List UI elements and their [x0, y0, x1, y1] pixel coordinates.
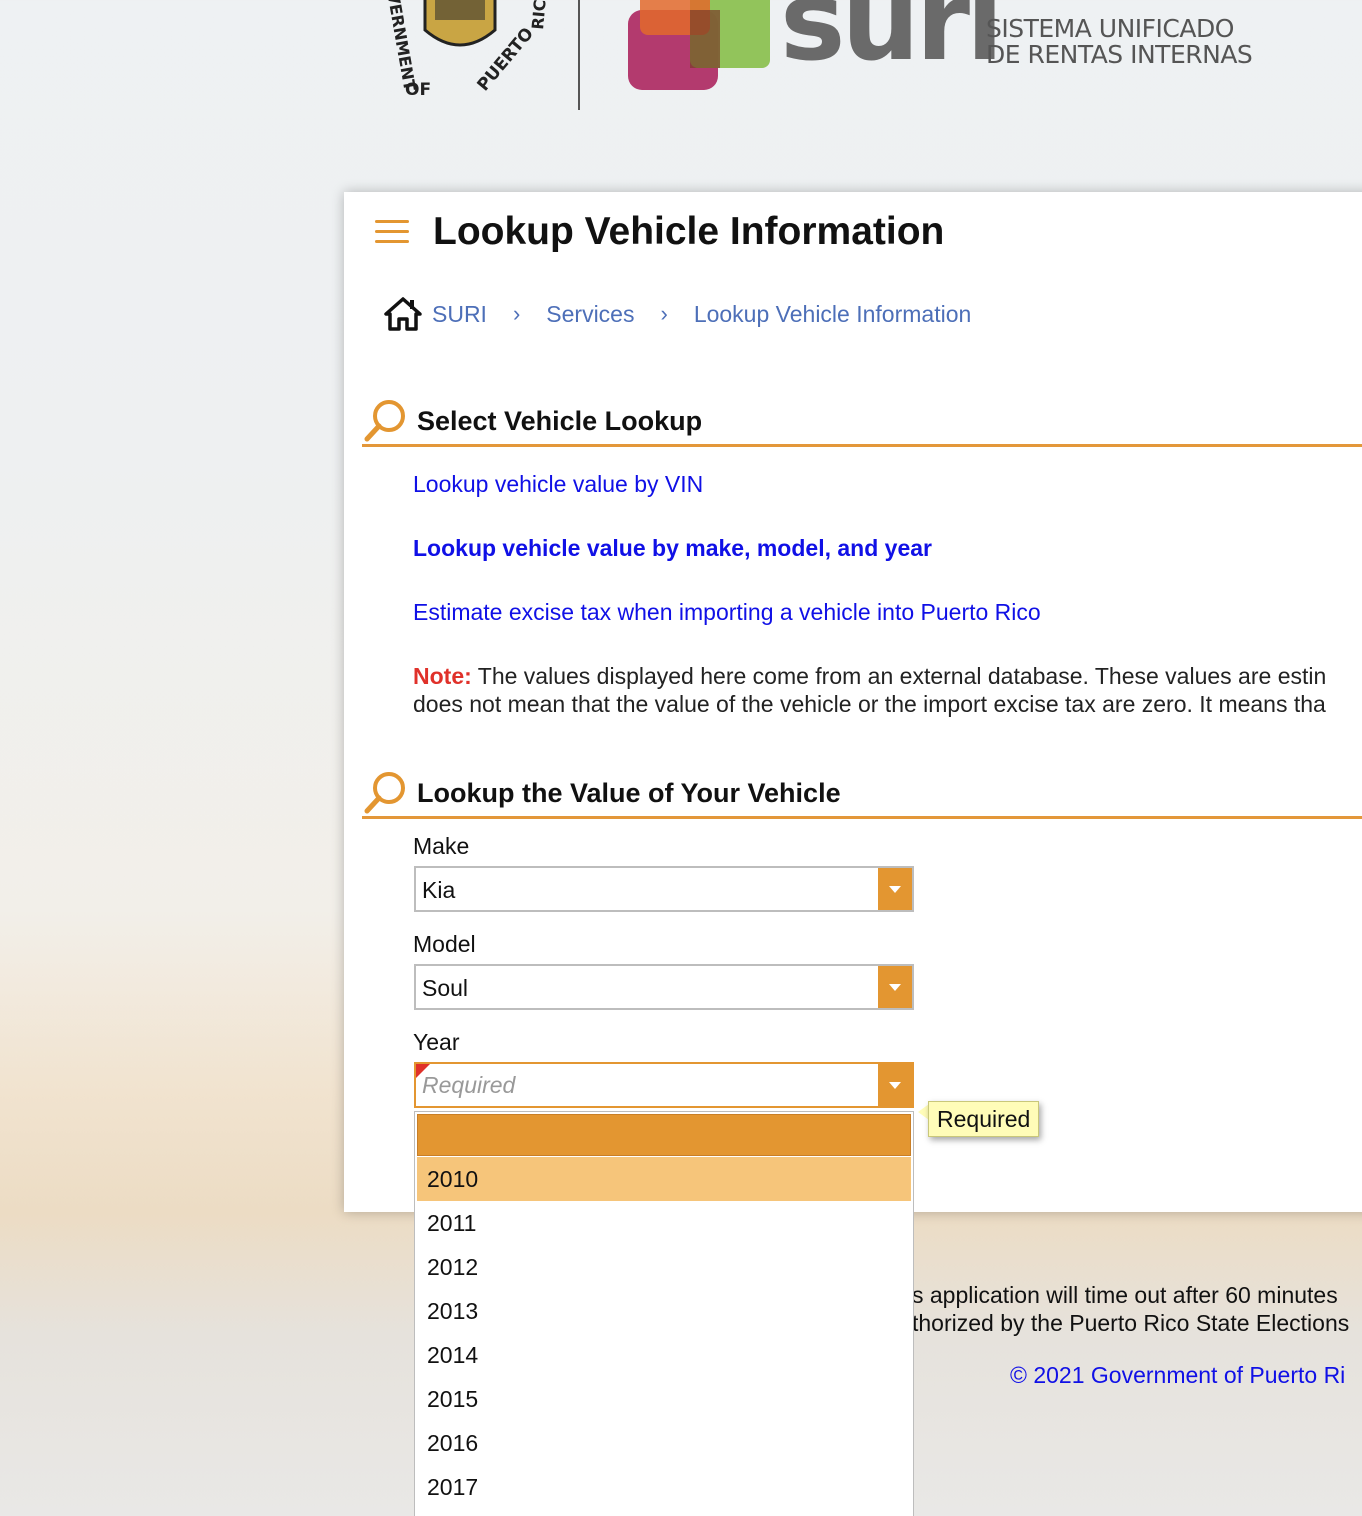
note-line2: does not mean that the value of the vehi…: [413, 691, 1326, 717]
home-icon[interactable]: [384, 297, 422, 331]
suri-subtitle-line2: DE RENTAS INTERNAS: [986, 40, 1253, 69]
make-value: Kia: [422, 877, 456, 903]
svg-text:OF: OF: [405, 80, 431, 100]
suri-wordmark: suri: [780, 0, 1004, 85]
copyright-link[interactable]: © 2021 Government of Puerto Ri: [1010, 1362, 1345, 1389]
chevron-right-icon: ›: [660, 301, 668, 326]
page-title: Lookup Vehicle Information: [433, 210, 945, 253]
year-dropdown-list: 2010 2011 2012 2013 2014 2015 2016 2017: [414, 1111, 914, 1516]
breadcrumb: SURI › Services › Lookup Vehicle Informa…: [384, 296, 971, 332]
make-select[interactable]: Kia: [414, 866, 914, 912]
header: OVERNMENT OF PUERTO RIC suri SISTEMA UNI…: [0, 0, 1362, 130]
note-line1: The values displayed here come from an e…: [477, 663, 1327, 689]
breadcrumb-suri[interactable]: SURI: [432, 301, 487, 328]
breadcrumb-services[interactable]: Services: [546, 301, 634, 328]
chevron-down-icon[interactable]: [878, 1064, 912, 1106]
main-panel: Lookup Vehicle Information SURI › Servic…: [344, 192, 1362, 1212]
suri-subtitle-line1: SISTEMA UNIFICADO: [986, 14, 1234, 43]
year-select[interactable]: [414, 1062, 914, 1108]
search-icon: [364, 400, 405, 442]
year-option-blank[interactable]: [417, 1114, 911, 1156]
svg-text:RIC: RIC: [528, 0, 550, 30]
chevron-down-icon[interactable]: [878, 868, 912, 910]
model-label: Model: [413, 931, 476, 957]
model-value: Soul: [422, 975, 469, 1001]
search-icon: [364, 772, 405, 814]
section-heading: Select Vehicle Lookup: [417, 406, 703, 436]
make-label: Make: [413, 833, 470, 859]
year-input[interactable]: [422, 1070, 872, 1100]
year-option[interactable]: 2016: [417, 1421, 911, 1465]
year-option[interactable]: 2014: [417, 1333, 911, 1377]
year-option[interactable]: 2010: [417, 1157, 911, 1201]
year-option[interactable]: 2017: [417, 1465, 911, 1509]
section-select-vehicle-lookup: Select Vehicle Lookup: [362, 398, 1362, 447]
chevron-right-icon: ›: [512, 301, 521, 326]
estimate-excise-tax-link[interactable]: Estimate excise tax when importing a veh…: [413, 599, 1041, 626]
suri-subtitle: SISTEMA UNIFICADO DE RENTAS INTERNAS: [986, 14, 1253, 69]
note-text: Note: The values displayed here come fro…: [413, 662, 1362, 718]
year-option[interactable]: 2013: [417, 1289, 911, 1333]
header-divider: [578, 0, 580, 110]
required-tooltip: Required: [928, 1101, 1040, 1137]
year-option[interactable]: 2012: [417, 1245, 911, 1289]
breadcrumb-current[interactable]: Lookup Vehicle Information: [694, 301, 971, 328]
suri-logo-mark: [628, 0, 770, 90]
year-option[interactable]: 2015: [417, 1377, 911, 1421]
svg-text:OVERNMENT: OVERNMENT: [381, 0, 419, 92]
government-seal-logo: OVERNMENT OF PUERTO RIC: [381, 0, 550, 100]
lookup-by-make-model-year-link[interactable]: Lookup vehicle value by make, model, and…: [413, 535, 932, 562]
footer-authorized-text: thorized by the Puerto Rico State Electi…: [912, 1310, 1350, 1336]
footer-timeout-text: s application will time out after 60 min…: [912, 1282, 1338, 1308]
menu-icon[interactable]: [375, 218, 409, 246]
year-label: Year: [413, 1029, 460, 1055]
year-option[interactable]: 2011: [417, 1201, 911, 1245]
lookup-by-vin-link[interactable]: Lookup vehicle value by VIN: [413, 471, 703, 498]
note-label: Note:: [413, 663, 472, 689]
chevron-down-icon[interactable]: [878, 966, 912, 1008]
section-lookup-value: Lookup the Value of Your Vehicle: [362, 770, 1362, 819]
suri-logo: suri SISTEMA UNIFICADO DE RENTAS INTERNA…: [620, 0, 1340, 100]
section-heading: Lookup the Value of Your Vehicle: [417, 778, 841, 808]
model-select[interactable]: Soul: [414, 964, 914, 1010]
